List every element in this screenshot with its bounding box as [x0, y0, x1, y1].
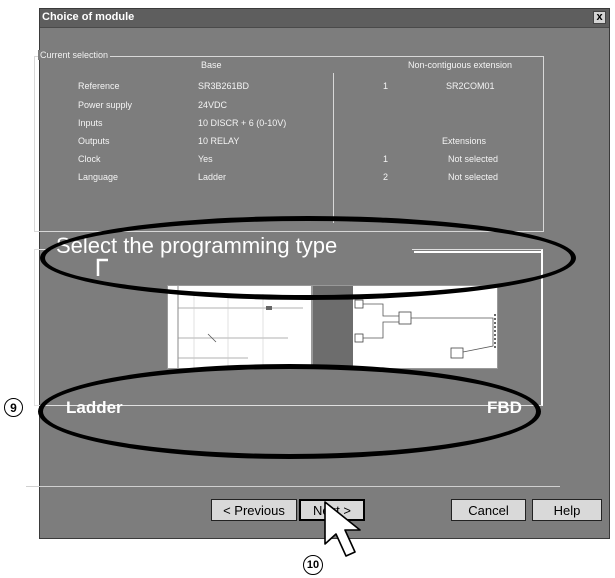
label-clock: Clock: [78, 154, 101, 164]
callout-10: 10: [303, 555, 323, 575]
close-icon: x: [596, 11, 603, 23]
noncontiguous-value: SR2COM01: [446, 81, 495, 91]
cancel-button[interactable]: Cancel: [451, 499, 526, 521]
value-clock: Yes: [198, 154, 213, 164]
noncontiguous-header: Non-contiguous extension: [408, 60, 513, 70]
label-outputs: Outputs: [78, 136, 110, 146]
window-title: Choice of module: [42, 11, 135, 23]
callout-9: 9: [4, 398, 23, 417]
value-outputs: 10 RELAY: [198, 136, 240, 146]
annotation-ellipse-title: [40, 216, 576, 300]
label-reference: Reference: [78, 81, 120, 91]
button-separator: [26, 486, 560, 487]
previous-button[interactable]: < Previous: [211, 499, 297, 521]
close-button[interactable]: x: [593, 11, 606, 24]
arrow-cursor-icon: [324, 501, 361, 557]
annotation-ellipse-options: [38, 364, 541, 459]
label-language: Language: [78, 172, 119, 182]
base-header: Base: [201, 60, 222, 70]
extension-index-1: 1: [383, 154, 389, 164]
title-bar: Choice of module x: [40, 9, 609, 28]
extension-value-2: Not selected: [448, 172, 499, 182]
value-language: Ladder: [198, 172, 227, 182]
current-selection-legend: Current selection: [38, 50, 111, 60]
label-power-supply: Power supply: [78, 100, 133, 110]
help-button[interactable]: Help: [532, 499, 602, 521]
noncontiguous-index: 1: [383, 81, 389, 91]
label-inputs: Inputs: [78, 118, 103, 128]
extension-value-1: Not selected: [448, 154, 499, 164]
extension-index-2: 2: [383, 172, 389, 182]
value-inputs: 10 DISCR + 6 (0-10V): [198, 118, 287, 128]
value-power-supply: 24VDC: [198, 100, 228, 110]
group-divider: [333, 73, 334, 223]
value-reference: SR3B261BD: [198, 81, 250, 91]
extensions-header: Extensions: [442, 136, 487, 146]
